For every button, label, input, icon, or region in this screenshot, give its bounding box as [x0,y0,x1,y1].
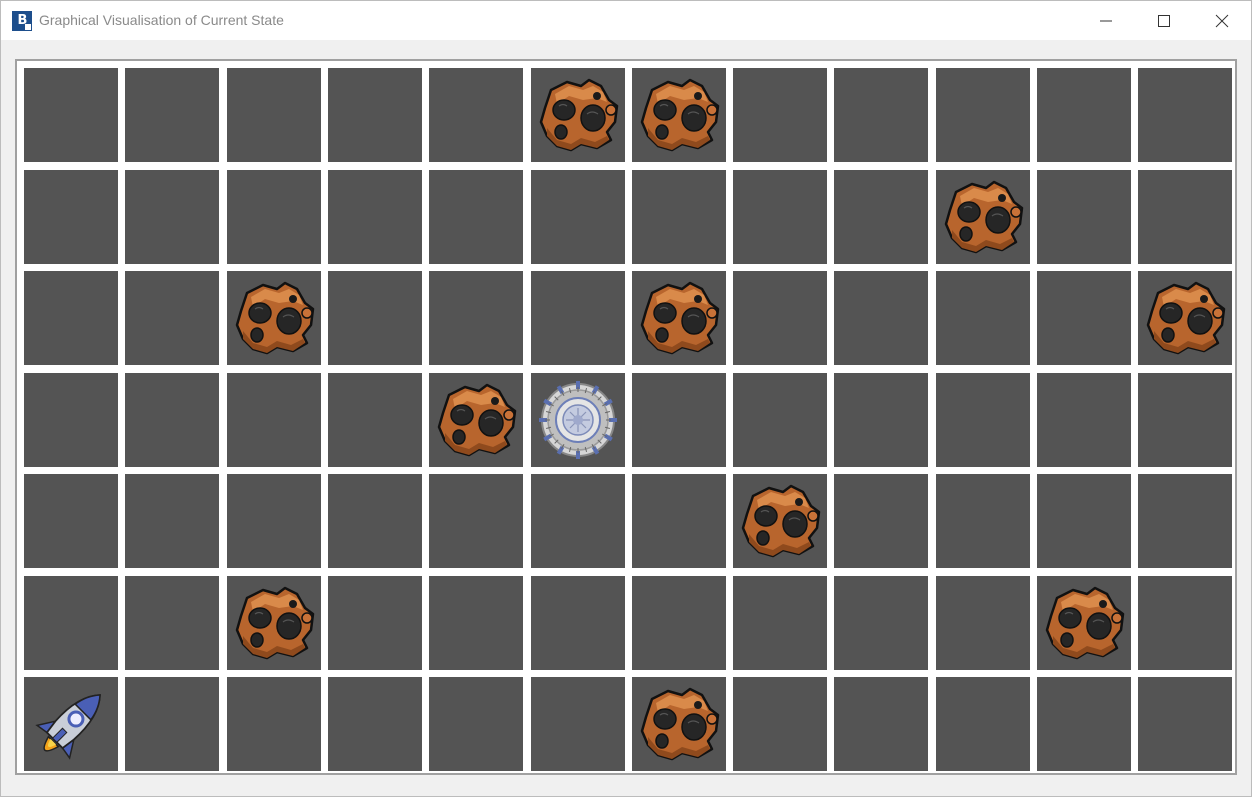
grid-cell-r6-c0[interactable] [24,677,118,771]
grid-cell-r4-c5[interactable] [531,474,625,568]
grid-cell-r6-c11[interactable] [1138,677,1232,771]
grid-cell-r5-c10[interactable] [1037,576,1131,670]
grid-cell-r0-c5[interactable] [531,68,625,162]
grid-cell-r2-c3[interactable] [328,271,422,365]
grid-cell-r5-c8[interactable] [834,576,928,670]
grid-cell-r1-c10[interactable] [1037,170,1131,264]
grid-cell-r5-c1[interactable] [125,576,219,670]
grid-cell-r4-c4[interactable] [429,474,523,568]
grid-cell-r6-c6[interactable] [632,677,726,771]
grid-cell-r5-c6[interactable] [632,576,726,670]
app-icon: B [12,11,32,31]
grid-cell-r0-c8[interactable] [834,68,928,162]
grid-cell-r0-c10[interactable] [1037,68,1131,162]
grid-cell-r2-c8[interactable] [834,271,928,365]
grid-cell-r1-c9[interactable] [936,170,1030,264]
grid-cell-r0-c6[interactable] [632,68,726,162]
grid-cell-r1-c1[interactable] [125,170,219,264]
grid-cell-r3-c11[interactable] [1138,373,1232,467]
minimize-icon [1100,20,1112,22]
grid-cell-r2-c2[interactable] [227,271,321,365]
grid-cell-r2-c6[interactable] [632,271,726,365]
grid-cell-r6-c2[interactable] [227,677,321,771]
close-icon [1215,14,1229,28]
grid-cell-r3-c2[interactable] [227,373,321,467]
grid-cell-r5-c5[interactable] [531,576,625,670]
grid-cell-r4-c6[interactable] [632,474,726,568]
grid-cell-r4-c1[interactable] [125,474,219,568]
grid-cell-r2-c10[interactable] [1037,271,1131,365]
grid-cell-r0-c3[interactable] [328,68,422,162]
grid-cell-r4-c9[interactable] [936,474,1030,568]
grid-cell-r3-c8[interactable] [834,373,928,467]
grid-cell-r4-c3[interactable] [328,474,422,568]
grid-cell-r0-c2[interactable] [227,68,321,162]
grid-cell-r2-c5[interactable] [531,271,625,365]
grid-cell-r1-c4[interactable] [429,170,523,264]
grid-cell-r0-c7[interactable] [733,68,827,162]
grid-cell-r4-c7[interactable] [733,474,827,568]
grid-cell-r1-c8[interactable] [834,170,928,264]
grid-cell-r0-c4[interactable] [429,68,523,162]
grid-cell-r1-c6[interactable] [632,170,726,264]
grid-cell-r6-c3[interactable] [328,677,422,771]
grid-cell-r6-c5[interactable] [531,677,625,771]
grid-cell-r3-c6[interactable] [632,373,726,467]
close-button[interactable] [1193,1,1251,40]
grid-cell-r3-c10[interactable] [1037,373,1131,467]
grid-cell-r1-c5[interactable] [531,170,625,264]
grid-cell-r6-c4[interactable] [429,677,523,771]
grid-cell-r3-c5[interactable] [531,373,625,467]
grid-cell-r6-c7[interactable] [733,677,827,771]
app-window: B Graphical Visualisation of Current Sta… [0,0,1252,797]
maximize-button[interactable] [1135,1,1193,40]
window-title: Graphical Visualisation of Current State [39,12,284,28]
grid-cell-r0-c0[interactable] [24,68,118,162]
game-grid [21,65,1234,774]
grid-cell-r0-c9[interactable] [936,68,1030,162]
grid-cell-r5-c4[interactable] [429,576,523,670]
grid-cell-r3-c4[interactable] [429,373,523,467]
grid-cell-r5-c7[interactable] [733,576,827,670]
grid-cell-r4-c8[interactable] [834,474,928,568]
grid-cell-r4-c2[interactable] [227,474,321,568]
grid-cell-r2-c1[interactable] [125,271,219,365]
grid-cell-r4-c10[interactable] [1037,474,1131,568]
grid-cell-r1-c11[interactable] [1138,170,1232,264]
grid-cell-r2-c7[interactable] [733,271,827,365]
grid-cell-r6-c1[interactable] [125,677,219,771]
grid-cell-r1-c0[interactable] [24,170,118,264]
grid-cell-r5-c11[interactable] [1138,576,1232,670]
grid-cell-r3-c9[interactable] [936,373,1030,467]
grid-cell-r2-c11[interactable] [1138,271,1232,365]
grid-cell-r1-c3[interactable] [328,170,422,264]
grid-cell-r2-c4[interactable] [429,271,523,365]
grid-cell-r0-c1[interactable] [125,68,219,162]
grid-cell-r1-c7[interactable] [733,170,827,264]
maximize-icon [1158,15,1170,27]
grid-cell-r4-c11[interactable] [1138,474,1232,568]
title-bar[interactable]: B Graphical Visualisation of Current Sta… [1,1,1251,40]
grid-cell-r2-c0[interactable] [24,271,118,365]
grid-cell-r5-c3[interactable] [328,576,422,670]
grid-cell-r5-c2[interactable] [227,576,321,670]
grid-cell-r3-c0[interactable] [24,373,118,467]
grid-cell-r2-c9[interactable] [936,271,1030,365]
grid-cell-r3-c1[interactable] [125,373,219,467]
grid-cell-r5-c0[interactable] [24,576,118,670]
grid-cell-r3-c3[interactable] [328,373,422,467]
grid-cell-r6-c8[interactable] [834,677,928,771]
grid-cell-r3-c7[interactable] [733,373,827,467]
grid-cell-r0-c11[interactable] [1138,68,1232,162]
grid-cell-r5-c9[interactable] [936,576,1030,670]
grid-cell-r6-c9[interactable] [936,677,1030,771]
grid-cell-r4-c0[interactable] [24,474,118,568]
grid-cell-r1-c2[interactable] [227,170,321,264]
minimize-button[interactable] [1077,1,1135,40]
grid-cell-r6-c10[interactable] [1037,677,1131,771]
